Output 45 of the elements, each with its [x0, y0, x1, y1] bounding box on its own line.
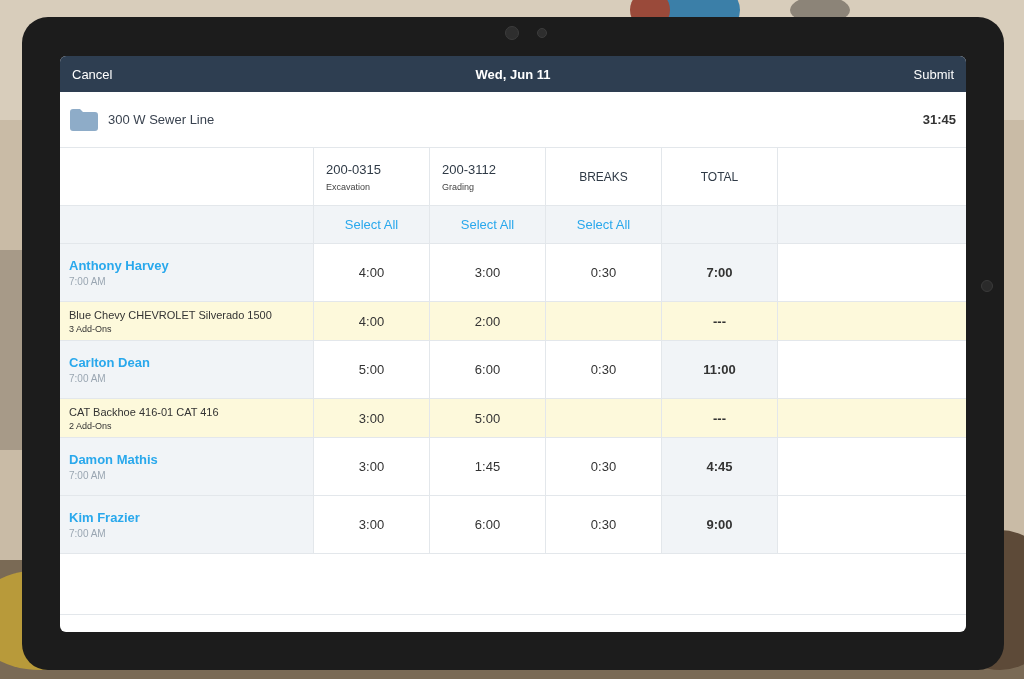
hours-cell[interactable]: 4:00 — [358, 313, 385, 329]
hours-cell[interactable]: 5:00 — [474, 410, 501, 426]
hours-cell[interactable]: 6:00 — [474, 362, 501, 377]
total-hours: --- — [713, 410, 726, 426]
hours-cell[interactable]: 3:00 — [358, 459, 385, 474]
add-ons-count: 2 Add-Ons — [69, 420, 113, 431]
hours-cell[interactable]: 6:00 — [474, 517, 501, 532]
submit-button[interactable]: Submit — [913, 66, 954, 82]
hours-cell[interactable]: 4:00 — [358, 265, 385, 280]
sensor-icon — [537, 28, 547, 38]
nav-title: Wed, Jun 11 — [475, 66, 551, 82]
equipment-name: CAT Backhoe 416-01 CAT 416 — [69, 405, 219, 418]
start-time: 7:00 AM — [69, 470, 107, 481]
folder-icon — [70, 108, 98, 131]
hours-cell[interactable]: 0:30 — [590, 517, 617, 532]
project-total: 31:45 — [922, 112, 956, 127]
cancel-button[interactable]: Cancel — [72, 66, 113, 82]
add-ons-count: 3 Add-Ons — [69, 323, 113, 334]
hours-cell[interactable]: 0:30 — [590, 362, 617, 377]
side-button-icon — [981, 280, 993, 292]
total-hours: 9:00 — [706, 517, 733, 532]
hours-cell[interactable]: 1:45 — [474, 459, 501, 474]
total-hours: --- — [713, 313, 726, 329]
cost-code-name: Excavation — [326, 181, 372, 192]
hours-cell[interactable]: 0:30 — [590, 265, 617, 280]
column-header: TOTAL — [699, 169, 740, 184]
hours-cell[interactable]: 3:00 — [358, 517, 385, 532]
cost-code: 200-0315 — [326, 161, 381, 177]
start-time: 7:00 AM — [69, 528, 107, 539]
total-hours: 4:45 — [706, 459, 733, 474]
cost-code-name: Grading — [442, 181, 476, 192]
cost-code: 200-3112 — [442, 161, 496, 177]
total-hours: 11:00 — [703, 362, 736, 377]
start-time: 7:00 AM — [69, 373, 107, 384]
hours-cell[interactable]: 0:30 — [590, 459, 617, 474]
hours-cell[interactable]: 2:00 — [474, 313, 501, 329]
column-header: BREAKS — [578, 169, 629, 184]
camera-icon — [505, 26, 519, 40]
project-name: 300 W Sewer Line — [108, 112, 215, 127]
start-time: 7:00 AM — [69, 276, 107, 287]
hours-cell[interactable]: 5:00 — [358, 362, 385, 377]
equipment-name: Blue Chevy CHEVROLET Silverado 1500 — [69, 308, 272, 321]
total-hours: 7:00 — [706, 265, 733, 280]
hours-cell[interactable]: 3:00 — [474, 265, 501, 280]
hours-cell[interactable]: 3:00 — [358, 410, 385, 426]
